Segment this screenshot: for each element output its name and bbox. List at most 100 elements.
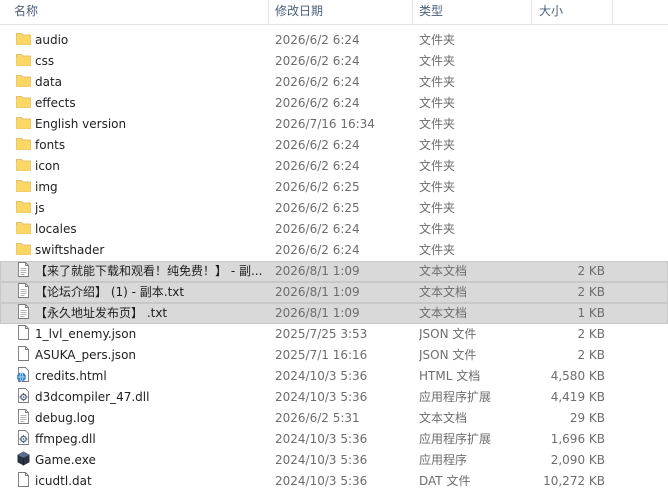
file-type: JSON 文件 (419, 348, 477, 362)
file-size: 2 KB (577, 264, 605, 278)
file-type: JSON 文件 (419, 327, 477, 341)
file-name: ffmpeg.dll (35, 432, 96, 446)
file-name: credits.html (35, 369, 107, 383)
file-size: 4,580 KB (550, 369, 605, 383)
dll-file-icon (15, 429, 32, 446)
file-row[interactable]: css 2026/6/2 6:24 文件夹 (0, 51, 668, 72)
file-size: 2 KB (577, 285, 605, 299)
file-modified-date: 2026/7/16 16:34 (275, 117, 375, 131)
file-row[interactable]: ffmpeg.dll 2024/10/3 5:36 应用程序扩展 1,696 KB (0, 429, 668, 450)
file-name: 【来了就能下载和观看！纯免费！】 - 副... (35, 264, 263, 278)
file-modified-date: 2024/10/3 5:36 (275, 369, 368, 383)
file-type: 文件夹 (419, 201, 456, 215)
folder-icon (15, 177, 32, 194)
file-row[interactable]: swiftshader 2026/6/2 6:24 文件夹 (0, 240, 668, 261)
file-row[interactable]: debug.log 2026/6/2 5:31 文本文档 29 KB (0, 408, 668, 429)
file-type: 文本文档 (419, 285, 468, 299)
file-name: data (35, 75, 63, 89)
file-size: 2 KB (577, 348, 605, 362)
folder-icon (15, 72, 32, 89)
file-row[interactable]: 【来了就能下载和观看！纯免费！】 - 副... 2026/8/1 1:09 文本文档… (0, 261, 668, 282)
file-row[interactable]: data 2026/6/2 6:24 文件夹 (0, 72, 668, 93)
file-type: 文件夹 (419, 180, 456, 194)
file-name: locales (35, 222, 77, 236)
file-type: 文本文档 (419, 264, 468, 278)
file-name: icudtl.dat (35, 474, 92, 488)
column-header-date[interactable]: 修改日期 (275, 0, 323, 24)
file-icon (15, 345, 32, 362)
file-modified-date: 2024/10/3 5:36 (275, 390, 368, 404)
file-type: 文件夹 (419, 222, 456, 236)
folder-icon (15, 135, 32, 152)
file-modified-date: 2026/8/1 1:09 (275, 306, 360, 320)
column-header-name[interactable]: 名称 (14, 0, 38, 24)
file-row[interactable]: js 2026/6/2 6:25 文件夹 (0, 198, 668, 219)
file-modified-date: 2026/6/2 5:31 (275, 411, 360, 425)
folder-icon (15, 240, 32, 257)
file-size: 10,272 KB (543, 474, 605, 488)
file-icon (15, 324, 32, 341)
file-name: img (35, 180, 58, 194)
file-modified-date: 2026/6/2 6:24 (275, 138, 360, 152)
file-row[interactable]: 1_lvl_enemy.json 2025/7/25 3:53 JSON 文件 2 K… (0, 324, 668, 345)
game-exe-icon (15, 450, 32, 467)
text-file-icon (15, 408, 32, 425)
file-type: 文件夹 (419, 96, 456, 110)
folder-icon (15, 156, 32, 173)
file-name: 1_lvl_enemy.json (35, 327, 137, 341)
file-row[interactable]: 【论坛介绍】 (1) - 副本.txt 2026/8/1 1:09 文本文档 2 KB (0, 282, 668, 303)
file-row[interactable]: locales 2026/6/2 6:24 文件夹 (0, 219, 668, 240)
column-divider[interactable] (412, 0, 413, 24)
column-header-size[interactable]: 大小 (539, 0, 563, 24)
column-divider[interactable] (268, 0, 269, 24)
file-modified-date: 2026/6/2 6:25 (275, 201, 360, 215)
file-row[interactable]: d3dcompiler_47.dll 2024/10/3 5:36 应用程序扩展 4,… (0, 387, 668, 408)
file-row[interactable]: audio 2026/6/2 6:24 文件夹 (0, 30, 668, 51)
file-name: debug.log (35, 411, 95, 425)
folder-icon (15, 93, 32, 110)
file-name: effects (35, 96, 76, 110)
file-type: 文件夹 (419, 33, 456, 47)
file-row[interactable]: Game.exe 2024/10/3 5:36 应用程序 2,090 KB (0, 450, 668, 471)
file-modified-date: 2024/10/3 5:36 (275, 453, 368, 467)
column-divider[interactable] (531, 0, 532, 24)
file-modified-date: 2025/7/25 3:53 (275, 327, 368, 341)
file-size: 1 KB (577, 306, 605, 320)
file-row[interactable]: icon 2026/6/2 6:24 文件夹 (0, 156, 668, 177)
file-size: 2 KB (577, 327, 605, 341)
file-row[interactable]: 【永久地址发布页】 .txt 2026/8/1 1:09 文本文档 1 KB (0, 303, 668, 324)
folder-icon (15, 114, 32, 131)
folder-icon (15, 198, 32, 215)
file-size: 1,696 KB (550, 432, 605, 446)
file-row[interactable]: img 2026/6/2 6:25 文件夹 (0, 177, 668, 198)
column-header: 名称 修改日期 类型 大小 (0, 0, 668, 25)
file-modified-date: 2026/6/2 6:24 (275, 96, 360, 110)
file-modified-date: 2026/6/2 6:24 (275, 75, 360, 89)
file-row[interactable]: credits.html 2024/10/3 5:36 HTML 文档 4,580 K… (0, 366, 668, 387)
file-name: 【论坛介绍】 (1) - 副本.txt (35, 285, 185, 299)
file-name: 【永久地址发布页】 .txt (35, 306, 168, 320)
file-row[interactable]: effects 2026/6/2 6:24 文件夹 (0, 93, 668, 114)
column-header-type[interactable]: 类型 (419, 0, 443, 24)
file-modified-date: 2024/10/3 5:36 (275, 474, 368, 488)
file-size: 2,090 KB (550, 453, 605, 467)
file-type: 文件夹 (419, 75, 456, 89)
file-modified-date: 2026/6/2 6:24 (275, 54, 360, 68)
file-row[interactable]: ASUKA_pers.json 2025/7/1 16:16 JSON 文件 2 KB (0, 345, 668, 366)
file-name: icon (35, 159, 60, 173)
file-size: 4,419 KB (550, 390, 605, 404)
column-divider[interactable] (612, 0, 613, 24)
file-row[interactable]: fonts 2026/6/2 6:24 文件夹 (0, 135, 668, 156)
file-type: 文件夹 (419, 159, 456, 173)
file-icon (15, 471, 32, 488)
file-row[interactable]: English version 2026/7/16 16:34 文件夹 (0, 114, 668, 135)
file-type: 文件夹 (419, 117, 456, 131)
file-type: 文件夹 (419, 138, 456, 152)
file-name: Game.exe (35, 453, 96, 467)
dll-file-icon (15, 387, 32, 404)
file-modified-date: 2026/6/2 6:24 (275, 33, 360, 47)
file-row[interactable]: icudtl.dat 2024/10/3 5:36 DAT 文件 10,272 KB (0, 471, 668, 492)
folder-icon (15, 30, 32, 47)
file-name: English version (35, 117, 127, 131)
file-type: DAT 文件 (419, 474, 471, 488)
